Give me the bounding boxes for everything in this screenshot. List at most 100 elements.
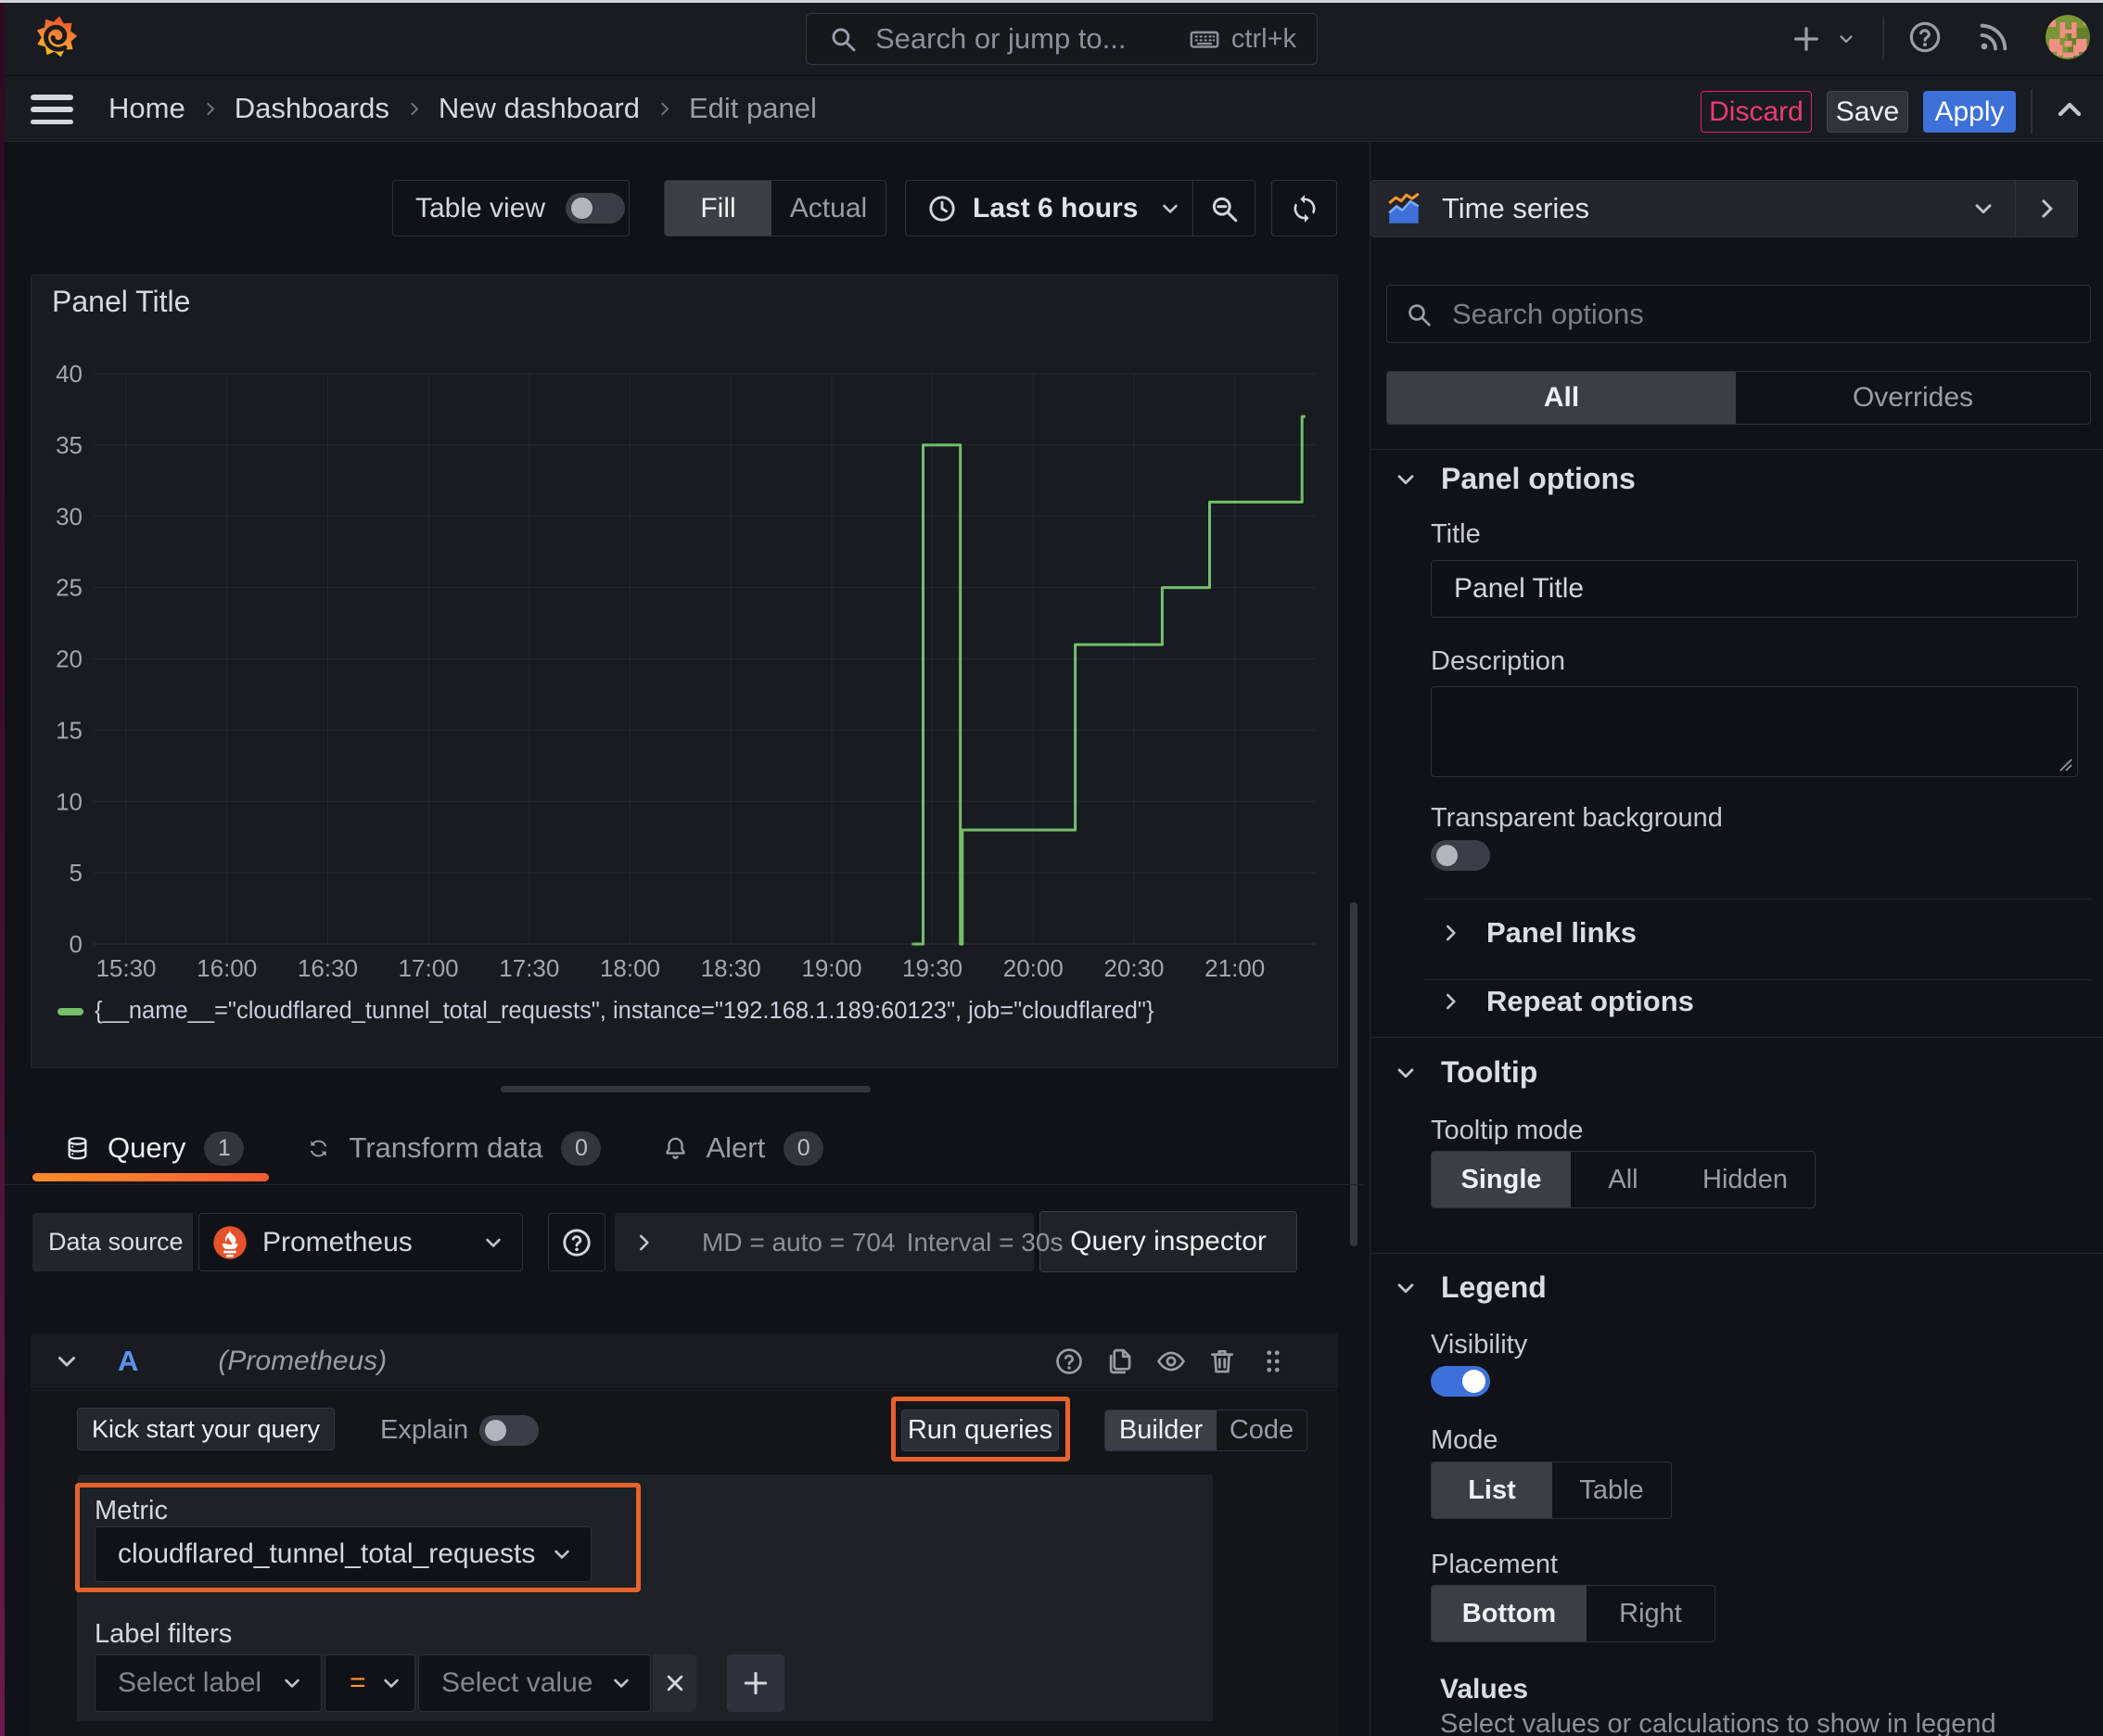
global-search-input[interactable]: Search or jump to... ctrl+k (806, 13, 1318, 65)
chevron-down-icon (1158, 197, 1182, 221)
menu-hamburger-icon[interactable] (31, 93, 73, 126)
bell-icon (662, 1135, 689, 1162)
tooltip-single-option[interactable]: Single (1432, 1152, 1571, 1207)
add-filter-button[interactable] (727, 1654, 784, 1712)
tooltip-hidden-option[interactable]: Hidden (1676, 1152, 1815, 1207)
svg-text:17:30: 17:30 (499, 954, 559, 982)
chevron-down-icon (53, 1347, 81, 1375)
zoom-out-button[interactable] (1193, 181, 1255, 236)
select-value-dropdown[interactable]: Select value (418, 1654, 651, 1712)
time-range-picker[interactable]: Last 6 hours (906, 181, 1192, 236)
chevron-down-icon (1970, 196, 1996, 222)
search-icon (1404, 300, 1434, 329)
top-navigation-bar: Search or jump to... ctrl+k (5, 3, 2103, 75)
svg-text:20: 20 (56, 645, 83, 673)
table-view-label: Table view (415, 192, 546, 223)
builder-code-toggle: Builder Code (1104, 1410, 1307, 1451)
svg-text:35: 35 (56, 431, 83, 459)
breadcrumb-home[interactable]: Home (108, 92, 185, 125)
svg-text:0: 0 (70, 930, 83, 958)
svg-text:10: 10 (56, 787, 83, 815)
panel-resize-handle[interactable] (501, 1086, 871, 1092)
legend-mode-list[interactable]: List (1432, 1462, 1552, 1518)
chevron-right-icon (2033, 195, 2060, 223)
help-circle-icon (560, 1226, 593, 1259)
tab-query[interactable]: Query 1 (33, 1130, 274, 1166)
drag-handle-icon[interactable] (1257, 1346, 1289, 1377)
visualization-value: Time series (1442, 192, 1590, 224)
transform-icon (305, 1135, 332, 1162)
toggle-visibility-icon[interactable] (1155, 1346, 1187, 1377)
resize-handle-icon[interactable] (2058, 757, 2074, 773)
close-icon (661, 1669, 689, 1697)
tab-transform-data[interactable]: Transform data 0 (274, 1130, 631, 1166)
datasource-help-button[interactable] (548, 1213, 605, 1271)
query-inspector-button[interactable]: Query inspector (1039, 1211, 1297, 1272)
delete-query-icon[interactable] (1206, 1346, 1238, 1377)
placement-bottom[interactable]: Bottom (1432, 1586, 1587, 1641)
explain-toggle[interactable] (479, 1415, 539, 1446)
remove-filter-button[interactable] (653, 1654, 696, 1712)
code-option[interactable]: Code (1217, 1410, 1306, 1450)
visibility-label: Visibility (1431, 1330, 1528, 1359)
query-datasource-hint: (Prometheus) (218, 1345, 388, 1376)
svg-text:20:30: 20:30 (1103, 954, 1164, 982)
label-filters-label: Label filters (95, 1619, 233, 1649)
panel-title-input[interactable]: Panel Title (1431, 560, 2078, 618)
query-help-icon[interactable] (1053, 1346, 1085, 1377)
discard-button[interactable]: Discard (1701, 91, 1812, 133)
operator-dropdown[interactable]: = (325, 1654, 415, 1712)
query-row-header[interactable]: A (Prometheus) (31, 1334, 1338, 1389)
grafana-logo-icon[interactable] (35, 15, 78, 57)
breadcrumb: Home Dashboards New dashboard Edit panel (108, 76, 817, 141)
plus-icon (740, 1667, 771, 1699)
chevron-down-icon (1393, 1060, 1419, 1086)
add-new-button[interactable] (1790, 20, 1856, 57)
svg-text:19:00: 19:00 (801, 954, 861, 982)
header-divider (2031, 89, 2033, 134)
section-repeat-options[interactable]: Repeat options (1438, 985, 1694, 1018)
data-source-value: Prometheus (262, 1226, 413, 1257)
svg-text:25: 25 (56, 574, 83, 602)
viz-suggestions-button[interactable] (2015, 181, 2077, 236)
kick-start-query-button[interactable]: Kick start your query (77, 1408, 335, 1450)
breadcrumb-new-dashboard[interactable]: New dashboard (439, 92, 640, 125)
legend-visibility-toggle[interactable] (1431, 1366, 1490, 1397)
duplicate-query-icon[interactable] (1104, 1346, 1136, 1377)
user-avatar[interactable] (2046, 15, 2090, 59)
tooltip-all-option[interactable]: All (1571, 1152, 1676, 1207)
tab-all[interactable]: All (1387, 372, 1736, 424)
refresh-button[interactable] (1271, 180, 1337, 236)
visualization-select[interactable]: Time series (1371, 181, 2015, 236)
section-panel-options[interactable]: Panel options (1393, 462, 1636, 496)
scrollbar-thumb[interactable] (1350, 902, 1357, 1246)
legend-mode-table[interactable]: Table (1552, 1462, 1671, 1518)
collapse-chevron-up-icon[interactable] (2051, 91, 2088, 128)
chart-legend[interactable]: {__name__="cloudflared_tunnel_total_requ… (57, 998, 1153, 1025)
search-options-input[interactable]: Search options (1386, 285, 2091, 343)
placement-right[interactable]: Right (1587, 1586, 1714, 1641)
breadcrumb-dashboards[interactable]: Dashboards (235, 92, 389, 125)
chevron-down-icon (379, 1671, 403, 1695)
builder-option[interactable]: Builder (1105, 1410, 1217, 1450)
tab-overrides[interactable]: Overrides (1736, 372, 2090, 424)
chevron-right-icon (1438, 921, 1462, 945)
section-panel-links[interactable]: Panel links (1438, 916, 1637, 950)
table-view-toggle[interactable] (566, 193, 626, 223)
search-placeholder: Search or jump to... (875, 22, 1127, 55)
help-icon[interactable] (1906, 19, 1944, 56)
section-legend[interactable]: Legend (1393, 1270, 1547, 1305)
news-rss-icon[interactable] (1975, 19, 2012, 56)
fill-option[interactable]: Fill (665, 181, 771, 236)
description-textarea[interactable] (1431, 686, 2078, 777)
transparent-background-toggle[interactable] (1431, 840, 1490, 871)
save-button[interactable]: Save (1827, 91, 1908, 133)
legend-series-label: {__name__="cloudflared_tunnel_total_requ… (95, 998, 1154, 1024)
query-options-summary[interactable]: MD = auto = 704 Interval = 30s (615, 1213, 1063, 1271)
apply-button[interactable]: Apply (1923, 91, 2016, 133)
actual-option[interactable]: Actual (771, 181, 886, 236)
tab-alert[interactable]: Alert 0 (631, 1130, 854, 1166)
data-source-picker[interactable]: Prometheus (198, 1213, 523, 1271)
section-tooltip[interactable]: Tooltip (1393, 1055, 1537, 1090)
select-label-dropdown[interactable]: Select label (95, 1654, 322, 1712)
